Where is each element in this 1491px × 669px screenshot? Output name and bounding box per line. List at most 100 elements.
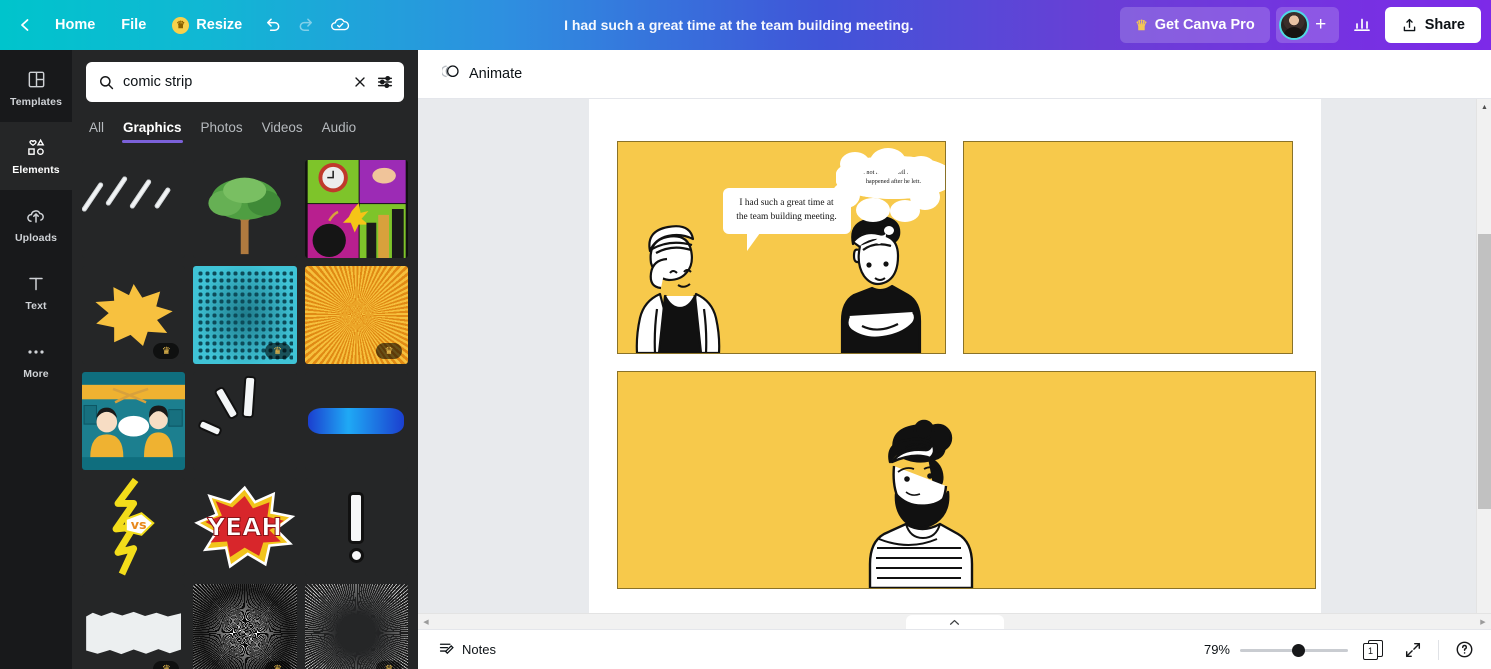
sidebar-item-label: Uploads [14, 231, 58, 244]
triangle-up-icon[interactable]: ▲ [1477, 99, 1491, 115]
file-menu-button[interactable]: File [108, 8, 159, 42]
redo-button[interactable] [289, 8, 323, 42]
comic-panel-1[interactable]: I had such a great time at the team buil… [616, 141, 946, 354]
comic-panel-3[interactable] [616, 371, 1316, 589]
crown-icon: ♛ [153, 343, 180, 359]
sidebar-item-label: More [23, 367, 49, 380]
bar-chart-icon[interactable] [1345, 8, 1379, 42]
search-icon [98, 74, 115, 91]
sidebar-item-uploads[interactable]: Uploads [0, 190, 72, 258]
templates-icon [25, 69, 47, 91]
back-button[interactable] [8, 8, 42, 42]
design-page[interactable]: I had such a great time at the team buil… [588, 99, 1321, 629]
search-input[interactable] [123, 74, 344, 90]
undo-button[interactable] [255, 8, 289, 42]
help-button[interactable] [1449, 635, 1479, 665]
character-bearded-man-striped-shirt[interactable] [846, 418, 992, 588]
sidebar-item-text[interactable]: Text [0, 258, 72, 326]
result-tabs: All Graphics Photos Videos Audio [72, 110, 418, 143]
canva-editor-window: Home File Resize I had such a great time… [0, 0, 1491, 669]
get-canva-pro-button[interactable]: ♛ Get Canva Pro [1120, 7, 1270, 43]
result-item[interactable]: ♛ [304, 584, 408, 669]
file-label: File [121, 17, 147, 33]
result-item[interactable]: YEAH [193, 478, 297, 576]
thought-lobe [869, 148, 906, 176]
sidebar-item-templates[interactable]: Templates [0, 54, 72, 122]
comic-scene-two-people [82, 372, 186, 470]
share-upload-icon [1403, 18, 1415, 31]
tab-graphics[interactable]: Graphics [122, 114, 183, 143]
vs-lightning-bolt: vs [82, 478, 186, 576]
white-scratch-marks [82, 160, 186, 258]
result-item[interactable]: ♛ [193, 584, 297, 669]
design-title[interactable]: I had such a great time at the team buil… [357, 17, 1120, 33]
thought-lobe [831, 182, 860, 208]
result-item[interactable]: ♛ [82, 266, 186, 364]
collaborators-group[interactable]: + [1275, 7, 1339, 43]
canvas-scroll-area[interactable]: I had such a great time at the team buil… [418, 99, 1491, 629]
avatar[interactable] [1278, 10, 1309, 40]
tab-audio[interactable]: Audio [321, 114, 358, 143]
chevron-left-icon[interactable]: ◀ [418, 614, 434, 629]
result-item[interactable] [304, 160, 408, 258]
tab-all[interactable]: All [88, 114, 105, 143]
more-dots-icon [25, 341, 47, 363]
search-box[interactable] [86, 62, 404, 102]
canvas-vertical-scrollbar[interactable]: ▲ ▼ [1476, 99, 1491, 629]
result-item[interactable] [304, 478, 408, 576]
thought-lobe [839, 152, 870, 176]
crown-icon: ♛ [264, 343, 291, 359]
dark-speed-burst [193, 584, 297, 669]
sidebar-item-label: Templates [9, 95, 63, 108]
comic-strip-row: I had such a great time at the team buil… [616, 141, 1293, 354]
slider-knob[interactable] [1292, 643, 1305, 657]
share-label: Share [1424, 17, 1465, 33]
sidebar-item-elements[interactable]: Elements [0, 122, 72, 190]
notes-button[interactable]: Notes [430, 635, 504, 665]
tab-photos[interactable]: Photos [200, 114, 244, 143]
divider [1438, 639, 1439, 660]
light-speed-burst [304, 584, 408, 669]
close-icon[interactable] [352, 74, 368, 90]
home-label: Home [55, 17, 96, 33]
cloud-saved-icon[interactable] [323, 8, 357, 42]
svg-text:YEAH: YEAH [207, 512, 283, 541]
notes-label: Notes [462, 642, 496, 657]
character-woman-with-headband[interactable] [622, 211, 740, 353]
result-item[interactable]: ♛ [304, 266, 408, 364]
scrollbar-thumb[interactable] [1478, 234, 1491, 509]
pages-button[interactable]: 1 [1358, 635, 1388, 665]
filters-icon[interactable] [376, 73, 394, 91]
result-item[interactable]: ♛ [193, 266, 297, 364]
blue-swoosh-banner [304, 372, 408, 470]
result-item[interactable] [304, 372, 408, 470]
chevron-right-icon[interactable]: ▶ [1475, 614, 1491, 629]
result-item[interactable]: vs [82, 478, 186, 576]
element-toolbar: Animate [418, 50, 1491, 99]
crown-icon: ♛ [153, 661, 180, 669]
result-item[interactable]: ♛ [82, 584, 186, 669]
result-item[interactable] [82, 372, 186, 470]
expand-panel-handle[interactable] [905, 615, 1004, 630]
sidebar-item-more[interactable]: More [0, 326, 72, 394]
resize-button[interactable]: Resize [159, 8, 255, 42]
animate-button[interactable]: Animate [432, 57, 532, 91]
plus-icon[interactable]: + [1309, 14, 1333, 36]
result-item[interactable] [193, 160, 297, 258]
tab-videos[interactable]: Videos [261, 114, 304, 143]
fullscreen-button[interactable] [1398, 635, 1428, 665]
chevron-up-icon [949, 619, 960, 625]
top-app-bar: Home File Resize I had such a great time… [0, 0, 1491, 50]
sidebar-item-label: Text [25, 299, 47, 312]
comic-panel-2[interactable] [963, 141, 1293, 354]
search-area [72, 50, 418, 110]
result-item[interactable] [193, 372, 297, 470]
comic-page-grid [304, 160, 408, 258]
home-button[interactable]: Home [42, 8, 108, 42]
zoom-level: 79% [1203, 642, 1230, 657]
zoom-slider[interactable] [1240, 642, 1348, 658]
elements-panel: All Graphics Photos Videos Audio [72, 50, 418, 669]
share-button[interactable]: Share [1384, 7, 1481, 43]
result-item[interactable] [82, 160, 186, 258]
canvas-horizontal-scrollbar[interactable]: ◀ ▶ [418, 613, 1491, 630]
